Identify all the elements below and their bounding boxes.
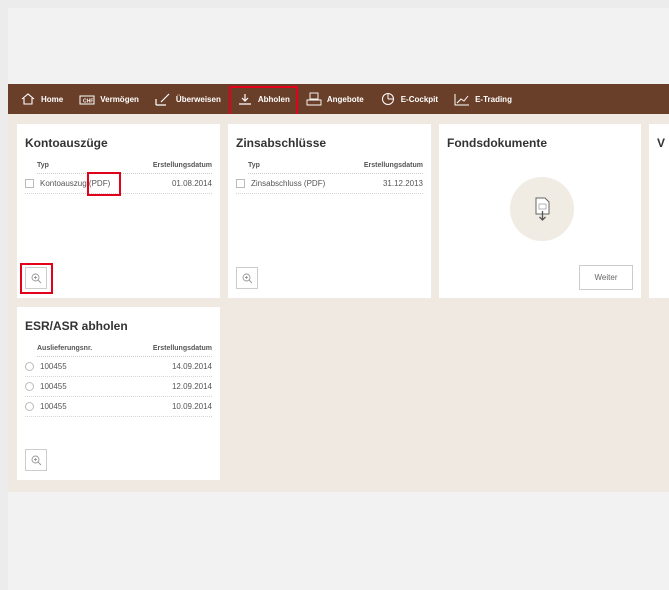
zoom-in-icon — [242, 273, 252, 283]
weiter-button[interactable]: Weiter — [579, 265, 633, 290]
home-icon — [20, 92, 36, 106]
nav-etrading[interactable]: E-Trading — [446, 84, 520, 114]
col-typ: Typ — [248, 162, 260, 169]
table-row[interactable]: 100455 12.09.2014 — [25, 377, 212, 397]
row-date: 10.09.2014 — [171, 402, 212, 411]
row-radio[interactable] — [25, 382, 34, 391]
nav-vermoegen[interactable]: CHF Vermögen — [71, 84, 147, 114]
row-nr: 100455 — [40, 402, 67, 411]
zoom-in-icon — [31, 455, 41, 465]
nav-abholen-label: Abholen — [257, 94, 290, 104]
kontoauszuege-card: Kontoauszüge Typ Erstellungsdatum Kontoa… — [17, 124, 220, 298]
fonds-card: Fondsdokumente Weiter — [439, 124, 641, 298]
table-row[interactable]: Zinsabschluss (PDF) 31.12.2013 — [236, 174, 423, 194]
row-nr: 100455 — [40, 362, 67, 371]
zinsabschluesse-title: Zinsabschlüsse — [236, 136, 327, 150]
nav-ecockpit[interactable]: E-Cockpit — [372, 84, 446, 114]
table-row[interactable]: 100455 14.09.2014 — [25, 357, 212, 377]
esr-title: ESR/ASR abholen — [25, 319, 128, 333]
table-row[interactable]: Kontoauszug (PDF) 01.08.2014 — [25, 174, 212, 194]
nav-angebote[interactable]: Angebote — [298, 84, 372, 114]
zinsabschluesse-table-header: Typ Erstellungsdatum — [248, 162, 423, 174]
fonds-title: Fondsdokumente — [447, 136, 548, 150]
row-date: 31.12.2013 — [382, 179, 423, 188]
document-download-icon — [535, 197, 550, 221]
row-label: Kontoauszug (PDF) — [40, 179, 111, 188]
row-date: 12.09.2014 — [171, 382, 212, 391]
nav-home-label: Home — [41, 94, 64, 104]
nav-ueberweisen[interactable]: Überweisen — [147, 84, 229, 114]
esr-card: ESR/ASR abholen Auslieferungsnr. Erstell… — [17, 307, 220, 480]
kontoauszuege-table-header: Typ Erstellungsdatum — [37, 162, 212, 174]
content-area: Kontoauszüge Typ Erstellungsdatum Kontoa… — [8, 114, 669, 492]
pie-chart-icon — [380, 92, 396, 106]
row-nr: 100455 — [40, 382, 67, 391]
table-row[interactable]: 100455 10.09.2014 — [25, 397, 212, 417]
nav-abholen[interactable]: Abholen — [228, 84, 298, 116]
zoom-button[interactable] — [25, 267, 47, 289]
col-auslieferungsnr: Auslieferungsnr. — [37, 345, 93, 352]
row-label: Zinsabschluss (PDF) — [251, 179, 326, 188]
line-chart-icon — [454, 92, 470, 106]
col-erstellungsdatum: Erstellungsdatum — [363, 162, 423, 169]
nav-etrading-label: E-Trading — [475, 94, 512, 104]
edit-icon — [155, 92, 171, 106]
nav-angebote-label: Angebote — [326, 94, 364, 104]
partial-card: V — [649, 124, 669, 298]
col-typ: Typ — [37, 162, 49, 169]
wallet-icon: CHF — [79, 92, 95, 106]
kontoauszuege-title: Kontoauszüge — [25, 136, 108, 150]
fonds-download-circle[interactable] — [510, 177, 574, 241]
partial-card-title: V — [657, 136, 666, 150]
download-icon — [237, 92, 253, 106]
zoom-in-icon — [31, 273, 41, 283]
top-blank-area — [8, 8, 669, 84]
page-frame: Home CHF Vermögen Überweisen Abholen Ang… — [8, 8, 669, 590]
row-date: 01.08.2014 — [171, 179, 212, 188]
row-checkbox[interactable] — [236, 179, 245, 188]
row-checkbox[interactable] — [25, 179, 34, 188]
row-radio[interactable] — [25, 362, 34, 371]
zoom-button[interactable] — [236, 267, 258, 289]
pdf-tray-icon — [306, 92, 322, 106]
nav-ecockpit-label: E-Cockpit — [400, 94, 439, 104]
col-erstellungsdatum: Erstellungsdatum — [152, 162, 212, 169]
nav-home[interactable]: Home — [12, 84, 71, 114]
esr-table-header: Auslieferungsnr. Erstellungsdatum — [37, 345, 212, 357]
zoom-button[interactable] — [25, 449, 47, 471]
main-nav: Home CHF Vermögen Überweisen Abholen Ang… — [8, 84, 669, 116]
svg-text:CHF: CHF — [83, 98, 93, 104]
zinsabschluesse-card: Zinsabschlüsse Typ Erstellungsdatum Zins… — [228, 124, 431, 298]
nav-vermoegen-label: Vermögen — [100, 94, 139, 104]
row-radio[interactable] — [25, 402, 34, 411]
nav-ueberweisen-label: Überweisen — [175, 94, 221, 104]
row-date: 14.09.2014 — [171, 362, 212, 371]
col-erstellungsdatum: Erstellungsdatum — [152, 345, 212, 352]
